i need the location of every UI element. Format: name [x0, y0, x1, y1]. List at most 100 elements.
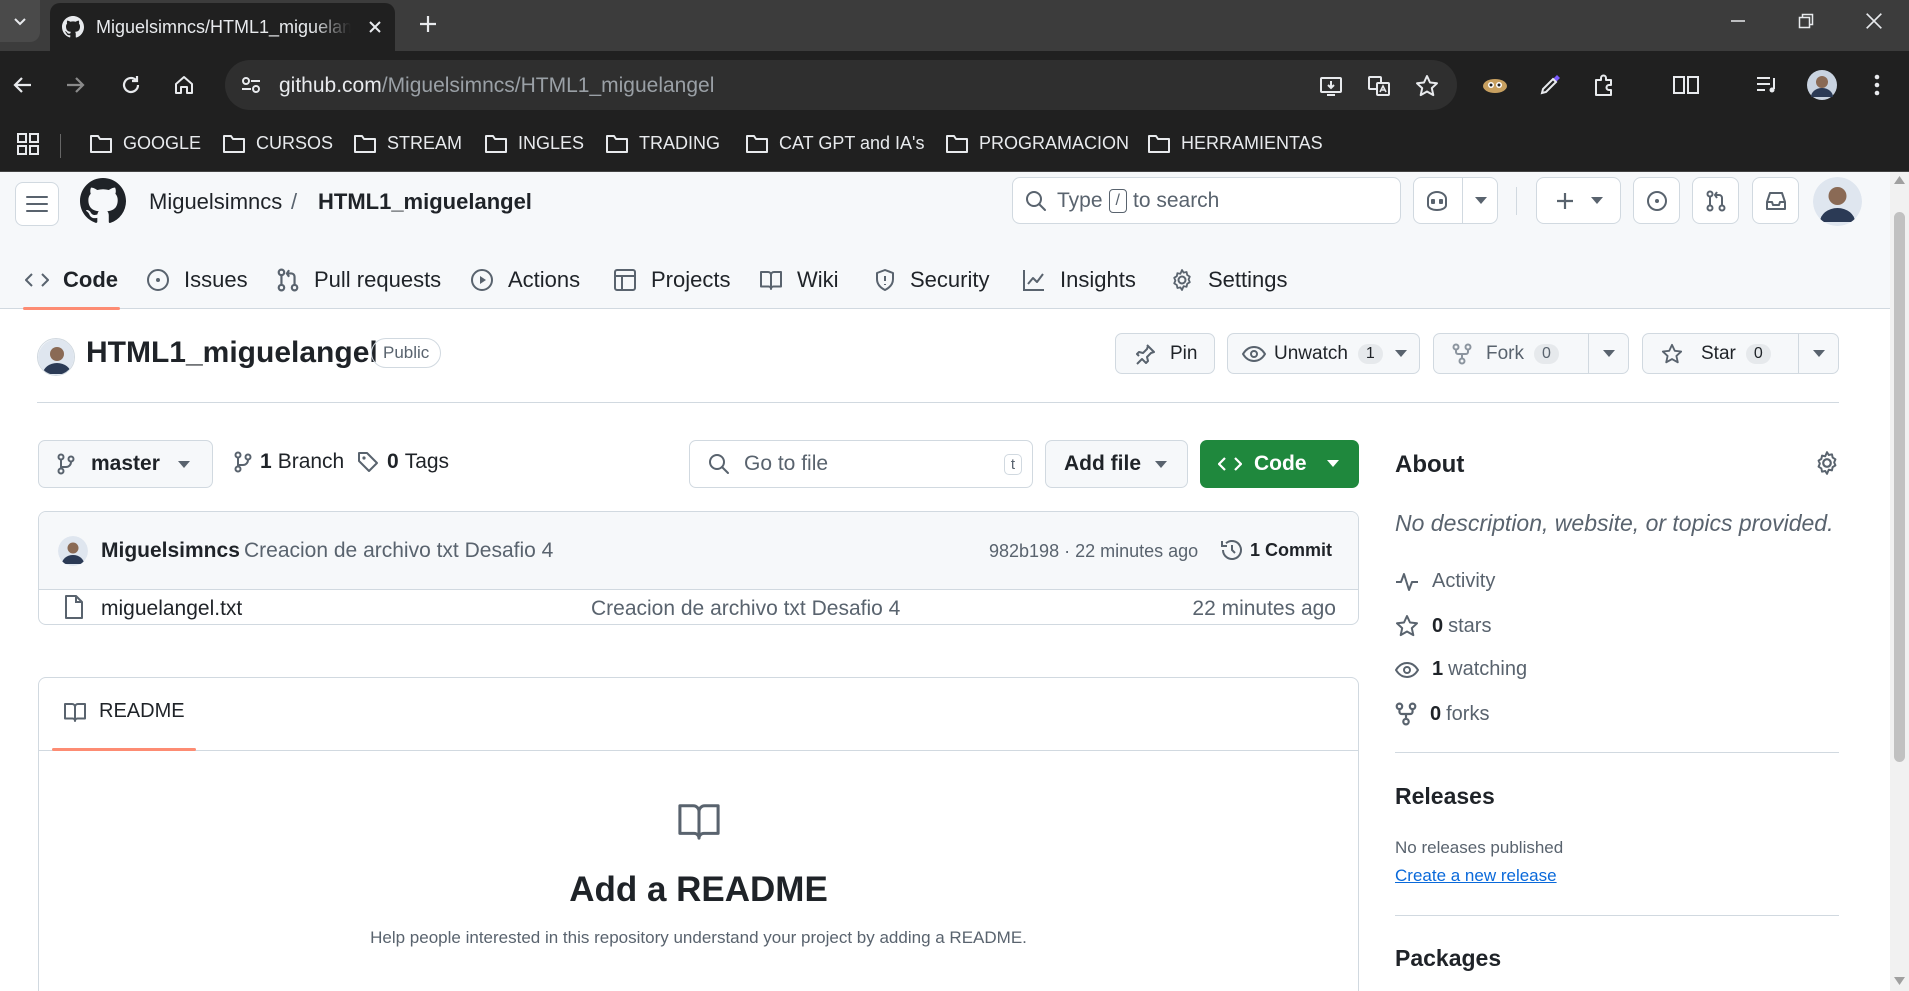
breadcrumb-owner-link[interactable]: Miguelsimncs	[149, 189, 282, 215]
bookmark-folder-herramientas[interactable]: HERRAMIENTAS	[1147, 133, 1323, 154]
home-button[interactable]	[167, 68, 201, 102]
star-button[interactable]: Star 0	[1642, 333, 1839, 374]
site-settings-icon[interactable]	[239, 73, 263, 97]
unwatch-button[interactable]: Unwatch 1	[1227, 333, 1420, 374]
tab-code[interactable]: Code	[23, 250, 120, 310]
tab-wiki[interactable]: Wiki	[759, 250, 839, 309]
tab-readme[interactable]: README	[63, 700, 185, 723]
add-file-button[interactable]: Add file	[1045, 440, 1188, 488]
scroll-up-icon[interactable]	[1894, 176, 1905, 186]
bookmark-folder-programacion[interactable]: PROGRAMACION	[945, 133, 1129, 154]
restore-button[interactable]	[1772, 0, 1840, 42]
file-name-link[interactable]: miguelangel.txt	[101, 597, 242, 621]
history-icon	[1221, 540, 1242, 560]
user-avatar[interactable]	[1813, 177, 1862, 226]
tab-security[interactable]: Security	[874, 250, 989, 309]
bookmark-star-icon[interactable]	[1414, 73, 1440, 99]
url-host: github.com	[279, 74, 382, 97]
triangle-down-icon[interactable]	[1475, 196, 1487, 205]
forks-link[interactable]: 0 forks	[1395, 702, 1489, 726]
tab-issues[interactable]: Issues	[146, 250, 248, 309]
file-commit-message[interactable]: Creacion de archivo txt Desafio 4	[591, 597, 900, 621]
star-icon	[1396, 615, 1418, 637]
commit-author-link[interactable]: Miguelsimncs	[101, 539, 240, 563]
commit-hash-time[interactable]: 982b198 · 22 minutes ago	[989, 541, 1198, 562]
releases-heading[interactable]: Releases	[1395, 783, 1495, 810]
breadcrumb-repo-link[interactable]: HTML1_miguelangel	[318, 189, 532, 215]
tab-insights[interactable]: Insights	[1022, 250, 1136, 309]
create-new-button[interactable]	[1536, 177, 1621, 224]
tab-pull-requests[interactable]: Pull requests	[276, 250, 441, 309]
copilot-button[interactable]	[1413, 177, 1498, 224]
github-logo-icon[interactable]	[80, 178, 126, 224]
global-menu-button[interactable]	[15, 182, 59, 226]
bookmark-label: CAT GPT and IA's	[779, 133, 925, 153]
install-app-icon[interactable]	[1318, 73, 1344, 99]
search-input[interactable]: Type / to search	[1012, 177, 1401, 224]
commit-author-avatar[interactable]	[58, 536, 88, 566]
media-control-icon[interactable]	[1750, 68, 1784, 102]
commit-history-link[interactable]: 1 Commit	[1220, 538, 1332, 562]
repo-owner-avatar[interactable]	[37, 338, 75, 376]
back-button[interactable]	[6, 68, 40, 102]
tab-settings[interactable]: Settings	[1170, 250, 1288, 309]
reload-button[interactable]	[114, 68, 148, 102]
profile-avatar[interactable]	[1805, 68, 1839, 102]
scrollbar-thumb[interactable]	[1894, 212, 1905, 762]
bookmark-folder-ingles[interactable]: INGLES	[484, 133, 584, 154]
folder-icon	[354, 134, 376, 153]
branch-select-button[interactable]: master	[38, 440, 213, 488]
page-scrollbar[interactable]	[1890, 172, 1909, 991]
tag-count-label: Tags	[404, 450, 450, 473]
code-button[interactable]: Code	[1200, 440, 1359, 488]
watching-link[interactable]: 1 watching	[1395, 658, 1527, 681]
stars-label: stars	[1448, 614, 1492, 637]
eyedropper-extension-icon[interactable]	[1533, 68, 1567, 102]
star-dropdown[interactable]	[1798, 334, 1838, 373]
tab-close-button[interactable]	[367, 19, 383, 35]
create-release-link[interactable]: Create a new release	[1395, 866, 1557, 886]
tab-actions[interactable]: Actions	[470, 250, 580, 309]
bookmark-folder-stream[interactable]: STREAM	[353, 133, 462, 154]
tab-label: Issues	[184, 266, 248, 292]
address-bar[interactable]: github.com/Miguelsimncs/HTML1_miguelange…	[225, 60, 1457, 110]
triangle-down-icon	[1602, 349, 1615, 357]
fork-dropdown[interactable]	[1588, 334, 1628, 373]
browser-menu-button[interactable]	[1860, 68, 1894, 102]
stars-link[interactable]: 0 stars	[1395, 614, 1491, 638]
scroll-down-icon[interactable]	[1894, 977, 1905, 987]
close-window-button[interactable]	[1840, 0, 1908, 42]
tab-search-dropdown[interactable]	[0, 0, 40, 42]
tab-projects[interactable]: Projects	[613, 250, 730, 309]
inbox-button[interactable]	[1752, 177, 1799, 224]
branches-link[interactable]: 1 Branch	[234, 450, 344, 474]
extension-mascot-icon[interactable]	[1478, 68, 1512, 102]
packages-heading[interactable]: Packages	[1395, 945, 1501, 972]
new-tab-button[interactable]	[412, 8, 444, 40]
bookmark-folder-catgpt[interactable]: CAT GPT and IA's	[745, 133, 925, 154]
tags-link[interactable]: 0 Tags	[357, 450, 449, 474]
forward-button[interactable]	[58, 68, 92, 102]
extensions-puzzle-icon[interactable]	[1588, 68, 1622, 102]
pin-label: Pin	[1170, 342, 1198, 364]
apps-grid-button[interactable]	[16, 132, 50, 156]
pull-requests-button[interactable]	[1692, 177, 1739, 224]
translate-icon[interactable]	[1366, 73, 1392, 99]
bookmark-folder-trading[interactable]: TRADING	[605, 133, 720, 154]
gear-icon[interactable]	[1814, 450, 1840, 476]
pin-button[interactable]: Pin	[1115, 333, 1215, 374]
minimize-button[interactable]	[1704, 0, 1772, 42]
repo-title[interactable]: HTML1_miguelangel	[86, 336, 378, 370]
eye-icon	[1242, 345, 1266, 362]
commit-message-link[interactable]: Creacion de archivo txt Desafio 4	[244, 539, 553, 563]
browser-tab-active[interactable]: Miguelsimncs/HTML1_miguelangel	[50, 3, 395, 51]
go-to-file-input[interactable]: Go to file t	[689, 440, 1033, 488]
issues-button[interactable]	[1633, 177, 1680, 224]
table-row[interactable]: miguelangel.txt Creacion de archivo txt …	[39, 590, 1358, 624]
add-readme-description: Help people interested in this repositor…	[370, 928, 1027, 947]
bookmark-folder-google[interactable]: GOOGLE	[89, 133, 201, 154]
activity-link[interactable]: Activity	[1395, 570, 1495, 593]
fork-button[interactable]: Fork 0	[1433, 333, 1629, 374]
reading-mode-icon[interactable]	[1669, 68, 1703, 102]
bookmark-folder-cursos[interactable]: CURSOS	[222, 133, 333, 154]
